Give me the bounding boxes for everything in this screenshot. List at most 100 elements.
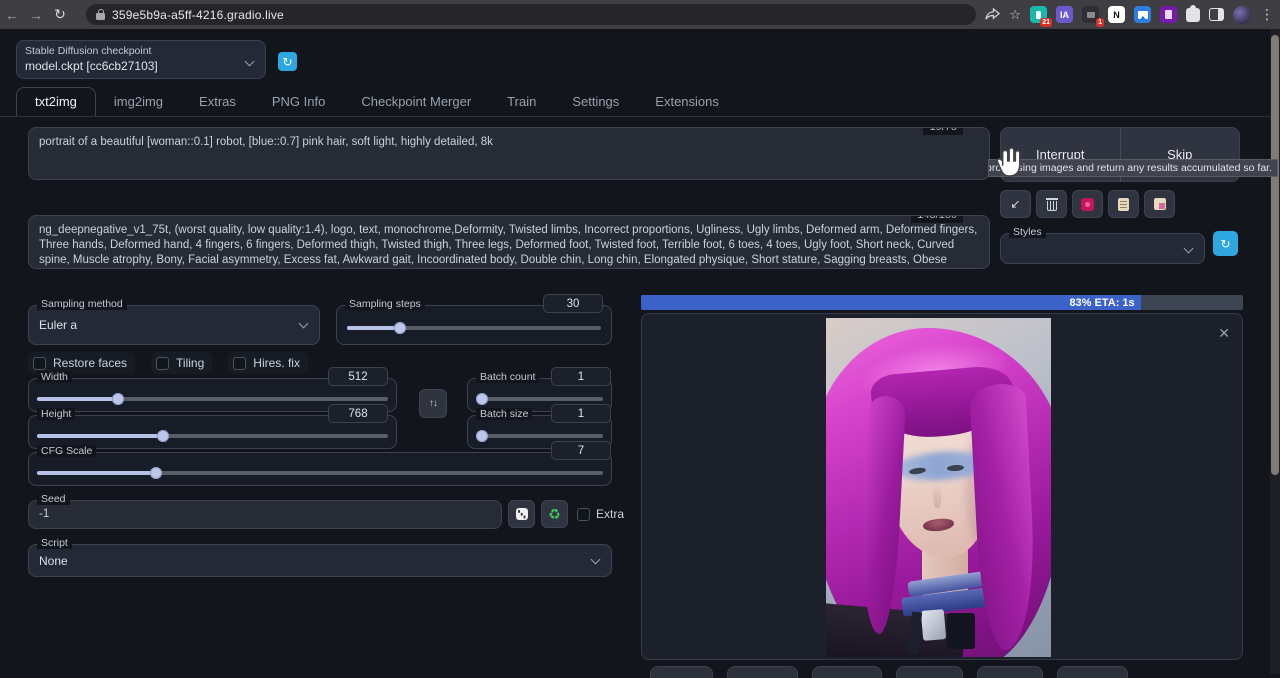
reuse-seed-recycle-button[interactable]: ♻ <box>541 500 568 528</box>
refresh-styles-button[interactable]: ↻ <box>1213 231 1238 256</box>
chevron-down-icon <box>591 554 601 564</box>
script-dropdown[interactable]: Script None <box>28 544 612 577</box>
extension-camera-icon[interactable]: 1 <box>1082 6 1099 23</box>
seed-input[interactable]: Seed -1 <box>28 500 502 529</box>
script-label: Script <box>37 537 72 549</box>
checkbox-icon <box>156 357 169 370</box>
random-seed-dice-button[interactable] <box>508 500 535 528</box>
cfg-scale-label: CFG Scale <box>37 445 96 457</box>
sampling-method-value: Euler a <box>39 318 77 332</box>
tab-extensions[interactable]: Extensions <box>637 88 737 116</box>
paste-params-arrow-icon[interactable]: ↙ <box>1000 190 1031 218</box>
gallery-action-button-stub[interactable] <box>727 666 798 678</box>
sampling-steps-label: Sampling steps <box>345 298 425 310</box>
share-icon[interactable] <box>985 8 1000 21</box>
tab-settings[interactable]: Settings <box>554 88 637 116</box>
checkpoint-dropdown[interactable]: Stable Diffusion checkpoint model.ckpt [… <box>16 40 266 79</box>
sidepanel-icon[interactable] <box>1209 8 1224 21</box>
progress-fill: 83% ETA: 1s <box>641 295 1141 310</box>
checkpoint-label: Stable Diffusion checkpoint <box>25 45 257 57</box>
height-block: Height 768 <box>28 415 397 449</box>
batch-count-label: Batch count <box>476 371 539 383</box>
sampling-method-dropdown[interactable]: Sampling method Euler a <box>28 305 320 345</box>
tiling-checkbox[interactable]: Tiling <box>151 352 212 374</box>
tab-extras[interactable]: Extras <box>181 88 254 116</box>
close-icon[interactable]: ✕ <box>1218 326 1230 340</box>
gallery-action-button-stub[interactable] <box>812 666 882 678</box>
chevron-down-icon <box>1184 244 1194 254</box>
styles-dropdown[interactable]: Styles <box>1000 233 1205 264</box>
mouse-cursor <box>990 137 1028 185</box>
hires-fix-checkbox[interactable]: Hires. fix <box>228 352 308 374</box>
back-icon[interactable]: ← <box>0 7 24 23</box>
progress-bar: 83% ETA: 1s <box>641 295 1243 310</box>
menu-dots-icon[interactable]: ⋮ <box>1260 6 1274 23</box>
reload-icon[interactable]: ↻ <box>48 6 72 23</box>
height-label: Height <box>37 408 75 420</box>
styles-label: Styles <box>1009 226 1046 238</box>
main-tabs: txt2img img2img Extras PNG Info Checkpoi… <box>16 89 737 116</box>
extra-seed-checkbox[interactable]: Extra <box>577 507 624 521</box>
batch-count-input[interactable]: 1 <box>551 367 611 386</box>
generated-image-preview[interactable] <box>826 318 1051 657</box>
prompt-text: portrait of a beautiful [woman::0.1] rob… <box>39 136 493 148</box>
seed-value: -1 <box>39 508 49 520</box>
extension-onenote-icon[interactable] <box>1160 6 1177 23</box>
checkbox-icon <box>233 357 246 370</box>
tab-train[interactable]: Train <box>489 88 554 116</box>
tab-img2img[interactable]: img2img <box>96 88 181 116</box>
scrollbar-thumb[interactable] <box>1271 35 1279 475</box>
progress-text: 83% ETA: 1s <box>1069 297 1140 309</box>
lock-icon <box>96 9 105 20</box>
gallery-action-button-stub[interactable] <box>650 666 713 678</box>
sampling-method-label: Sampling method <box>37 298 127 310</box>
checkpoint-value: model.ckpt [cc6cb27103] <box>25 59 257 73</box>
apply-styles-icon[interactable] <box>1108 190 1139 218</box>
tab-txt2img[interactable]: txt2img <box>16 87 96 117</box>
tab-png-info[interactable]: PNG Info <box>254 88 343 116</box>
forward-icon[interactable]: → <box>24 7 48 23</box>
save-style-icon[interactable] <box>1144 190 1175 218</box>
prompt-input[interactable]: portrait of a beautiful [woman::0.1] rob… <box>28 127 990 180</box>
gallery-action-button-stub[interactable] <box>1057 666 1128 678</box>
checkbox-icon <box>577 508 590 521</box>
gallery-action-button-stub[interactable] <box>977 666 1043 678</box>
chevron-down-icon <box>299 319 309 329</box>
sampling-steps-block: Sampling steps 30 <box>336 305 612 345</box>
extensions-puzzle-icon[interactable] <box>1186 8 1200 22</box>
address-bar[interactable]: 359e5b9a-a5ff-4216.gradio.live <box>86 4 976 25</box>
page-scrollbar[interactable] <box>1270 29 1280 674</box>
gallery-action-button-stub[interactable] <box>896 666 963 678</box>
batch-size-input[interactable]: 1 <box>551 404 611 423</box>
profile-avatar[interactable] <box>1233 6 1251 24</box>
height-input[interactable]: 768 <box>328 404 388 423</box>
bookmark-star-icon[interactable]: ☆ <box>1009 7 1021 23</box>
negative-prompt-input[interactable]: ng_deepnegative_v1_75t, (worst quality, … <box>28 215 990 269</box>
batch-size-label: Batch size <box>476 408 532 420</box>
tab-checkpoint-merger[interactable]: Checkpoint Merger <box>343 88 489 116</box>
cfg-scale-block: CFG Scale 7 <box>28 452 612 486</box>
width-input[interactable]: 512 <box>328 367 388 386</box>
script-value: None <box>39 554 68 568</box>
extension-ia-icon[interactable]: IA <box>1056 6 1073 23</box>
cfg-scale-slider[interactable] <box>37 467 603 479</box>
extension-notion-icon[interactable]: N <box>1108 6 1125 23</box>
page-url: 359e5b9a-a5ff-4216.gradio.live <box>112 8 284 22</box>
extra-networks-icon[interactable] <box>1072 190 1103 218</box>
prompt-token-counter: 19/75 <box>923 127 963 135</box>
swap-dimensions-button[interactable]: ↑↓ <box>419 389 447 418</box>
trash-icon[interactable] <box>1036 190 1067 218</box>
height-slider[interactable] <box>37 430 388 442</box>
stable-diffusion-webui: Stable Diffusion checkpoint model.ckpt [… <box>0 29 1280 674</box>
sampling-steps-input[interactable]: 30 <box>543 294 603 313</box>
extension-pin-icon[interactable]: 21 <box>1030 6 1047 23</box>
sampling-steps-slider[interactable] <box>347 322 601 334</box>
prompt-tools: ↙ <box>1000 190 1175 218</box>
refresh-checkpoint-button[interactable]: ↻ <box>278 52 297 71</box>
negative-prompt-text: ng_deepnegative_v1_75t, (worst quality, … <box>39 224 977 269</box>
negative-token-counter: 143/150 <box>911 215 963 223</box>
cfg-scale-input[interactable]: 7 <box>551 441 611 460</box>
output-gallery: ✕ <box>641 313 1243 660</box>
extension-image-icon[interactable] <box>1134 6 1151 23</box>
interrupt-tooltip: Stop processing images and return any re… <box>988 159 1278 177</box>
